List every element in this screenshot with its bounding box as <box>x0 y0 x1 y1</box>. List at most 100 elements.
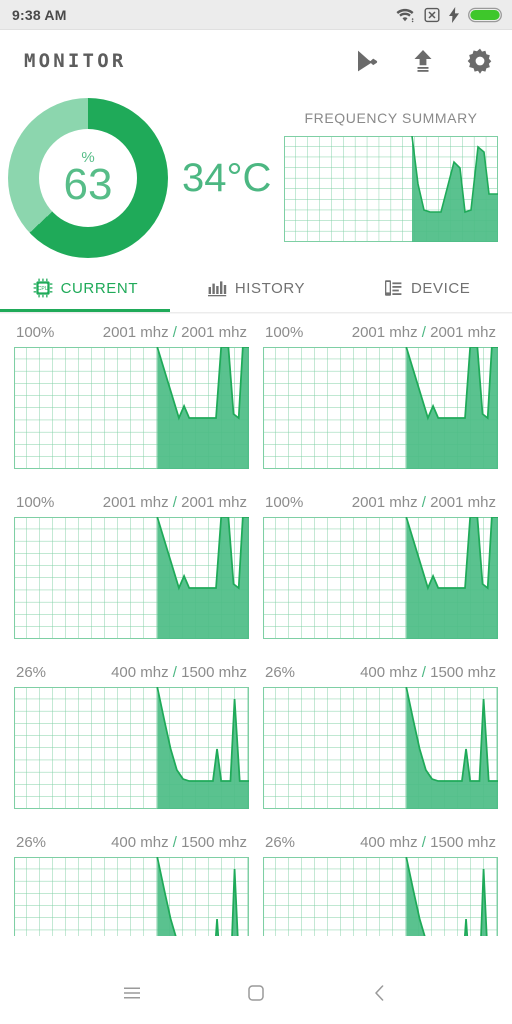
tab-device-label: DEVICE <box>410 279 471 297</box>
cpu-usage-gauge: % 63 <box>8 98 168 258</box>
status-time: 9:38 AM <box>12 6 67 23</box>
core-header: 26% 400 mhz / 1500 mhz <box>263 828 498 857</box>
core-percent: 26% <box>16 834 47 851</box>
app-bar-actions <box>354 47 494 75</box>
tab-history-label: HISTORY <box>234 279 306 297</box>
core-freq-separator: / <box>172 494 177 511</box>
core-freq-separator: / <box>421 664 426 681</box>
core-chart <box>14 857 249 936</box>
core-chart <box>14 347 249 469</box>
core-current-freq: 2001 mhz <box>102 494 169 511</box>
core-max-freq: 1500 mhz <box>430 834 496 851</box>
core-freq-separator: / <box>421 494 426 511</box>
core-frequency: 400 mhz / 1500 mhz <box>360 834 496 851</box>
core-item[interactable]: 26% 400 mhz / 1500 mhz <box>263 828 498 936</box>
home-square-icon <box>248 985 264 1001</box>
core-header: 100% 2001 mhz / 2001 mhz <box>14 488 249 517</box>
core-max-freq: 1500 mhz <box>430 664 496 681</box>
core-freq-separator: / <box>172 834 177 851</box>
tab-current[interactable]: CPU CURRENT <box>0 264 171 312</box>
core-max-freq: 2001 mhz <box>430 324 496 341</box>
no-sim-icon <box>424 7 440 22</box>
core-max-freq: 1500 mhz <box>181 664 247 681</box>
tab-active-indicator <box>0 309 170 312</box>
charging-bolt-icon <box>449 6 459 23</box>
tab-bar-shadow <box>0 312 512 314</box>
tab-history[interactable]: HISTORY <box>171 264 342 312</box>
core-header: 26% 400 mhz / 1500 mhz <box>263 658 498 687</box>
core-freq-separator: / <box>421 834 426 851</box>
gauge-value: 63 <box>63 159 113 209</box>
frequency-summary-title: FREQUENCY SUMMARY <box>304 109 478 126</box>
page-title: MONITOR <box>24 50 127 72</box>
core-current-freq: 2001 mhz <box>351 494 418 511</box>
bar-chart-icon <box>207 281 227 297</box>
core-current-freq: 2001 mhz <box>351 324 418 341</box>
core-frequency: 2001 mhz / 2001 mhz <box>103 324 247 341</box>
core-item[interactable]: 26% 400 mhz / 1500 mhz <box>14 828 249 936</box>
app-bar: MONITOR <box>0 30 512 92</box>
core-frequency: 400 mhz / 1500 mhz <box>360 664 496 681</box>
core-item[interactable]: 100% 2001 mhz / 2001 mhz <box>14 488 249 658</box>
core-chart <box>263 857 498 936</box>
core-header: 100% 2001 mhz / 2001 mhz <box>263 488 498 517</box>
core-freq-separator: / <box>172 664 177 681</box>
core-item[interactable]: 26% 400 mhz / 1500 mhz <box>14 658 249 828</box>
tab-current-label: CURRENT <box>60 279 139 297</box>
frequency-summary: FREQUENCY SUMMARY <box>284 110 498 247</box>
core-header: 26% 400 mhz / 1500 mhz <box>14 658 249 687</box>
recents-button[interactable] <box>109 970 155 1016</box>
core-percent: 100% <box>265 324 304 341</box>
core-freq-separator: / <box>172 324 177 341</box>
core-percent: 26% <box>265 834 296 851</box>
battery-icon <box>468 7 502 22</box>
core-percent: 100% <box>16 494 55 511</box>
core-percent: 100% <box>16 324 55 341</box>
core-chart <box>14 687 249 809</box>
core-frequency: 2001 mhz / 2001 mhz <box>103 494 247 511</box>
core-percent: 26% <box>16 664 47 681</box>
core-freq-separator: / <box>421 324 426 341</box>
core-header: 100% 2001 mhz / 2001 mhz <box>263 318 498 347</box>
core-list: 100% 2001 mhz / 2001 mhz 100% 2001 mhz /… <box>0 318 512 936</box>
frequency-summary-chart <box>284 135 498 242</box>
summary-section: % 63 34°C FREQUENCY SUMMARY <box>0 92 512 264</box>
tab-device[interactable]: DEVICE <box>341 264 512 312</box>
core-max-freq: 2001 mhz <box>181 494 247 511</box>
back-chevron-icon <box>375 985 384 1001</box>
core-current-freq: 400 mhz <box>111 834 169 851</box>
wifi-icon <box>396 8 414 22</box>
core-header: 26% 400 mhz / 1500 mhz <box>14 828 249 857</box>
cpu-chip-icon: CPU <box>33 278 52 298</box>
cpu-temperature: 34°C <box>182 155 272 200</box>
core-current-freq: 400 mhz <box>111 664 169 681</box>
upload-icon[interactable] <box>410 48 436 74</box>
system-navigation-bar <box>0 962 512 1024</box>
home-button[interactable] <box>233 970 279 1016</box>
core-item[interactable]: 26% 400 mhz / 1500 mhz <box>263 658 498 828</box>
core-max-freq: 2001 mhz <box>181 324 247 341</box>
core-current-freq: 400 mhz <box>360 834 418 851</box>
core-percent: 100% <box>265 494 304 511</box>
core-chart <box>14 517 249 639</box>
settings-gear-icon[interactable] <box>466 47 494 75</box>
core-frequency: 2001 mhz / 2001 mhz <box>352 494 496 511</box>
core-max-freq: 2001 mhz <box>430 494 496 511</box>
core-percent: 26% <box>265 664 296 681</box>
core-item[interactable]: 100% 2001 mhz / 2001 mhz <box>263 488 498 658</box>
status-icons <box>395 6 502 23</box>
core-chart <box>263 517 498 639</box>
device-list-icon <box>384 280 402 296</box>
core-header: 100% 2001 mhz / 2001 mhz <box>14 318 249 347</box>
core-frequency: 2001 mhz / 2001 mhz <box>352 324 496 341</box>
core-chart <box>263 687 498 809</box>
status-bar: 9:38 AM <box>0 0 512 30</box>
back-button[interactable] <box>357 970 403 1016</box>
core-frequency: 400 mhz / 1500 mhz <box>111 834 247 851</box>
core-current-freq: 2001 mhz <box>102 324 169 341</box>
play-store-icon[interactable] <box>354 48 380 74</box>
core-item[interactable]: 100% 2001 mhz / 2001 mhz <box>14 318 249 488</box>
tab-bar: CPU CURRENT HISTORY DEVICE <box>0 264 512 312</box>
svg-text:CPU: CPU <box>37 286 48 292</box>
core-item[interactable]: 100% 2001 mhz / 2001 mhz <box>263 318 498 488</box>
